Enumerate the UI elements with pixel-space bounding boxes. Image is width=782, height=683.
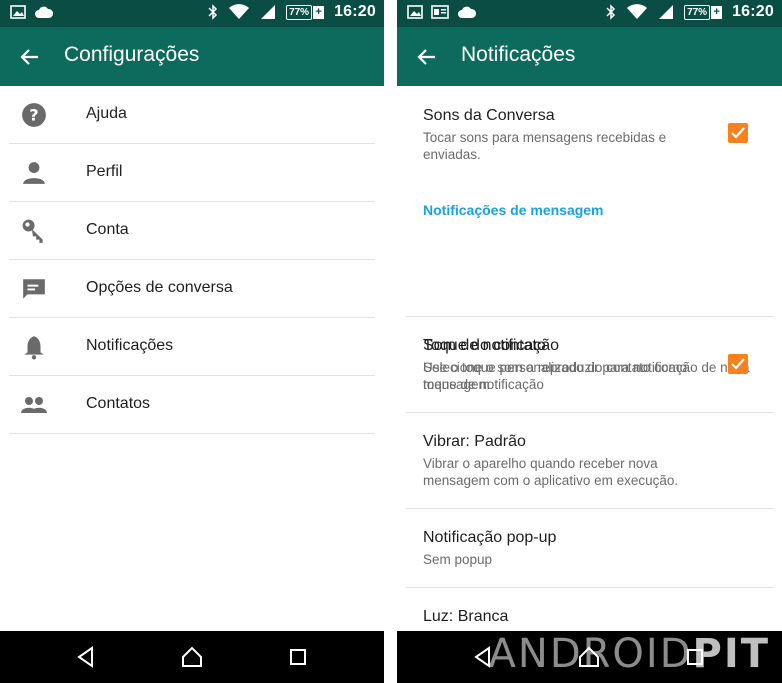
battery-indicator: 77% + [286, 4, 325, 20]
settings-list: ? Ajuda Perfil Conta Opções de conversa … [0, 86, 384, 434]
settings-item-conta[interactable]: Conta [9, 202, 375, 260]
key-icon [22, 219, 43, 243]
nav-bar [0, 631, 384, 683]
settings-item-ajuda[interactable]: ? Ajuda [9, 86, 375, 144]
pref-sons-conversa[interactable]: Sons da Conversa Tocar sons para mensage… [406, 86, 773, 182]
app-bar: Notificações [397, 27, 782, 86]
notifications-screen: 77% + 16:20 Notificações Sons da Convers… [397, 0, 782, 683]
nav-home-icon[interactable] [180, 645, 204, 669]
watermark-text-a: ANDROID [488, 631, 693, 677]
person-icon [23, 162, 45, 184]
cloud-icon [458, 6, 477, 18]
settings-item-label: Opções de conversa [86, 279, 233, 296]
toque-contato-checkbox[interactable] [728, 354, 748, 374]
pref-summary: Vibrar o aparelho quando receber nova me… [423, 456, 679, 488]
pref-toque-contato[interactable]: Toque do contato Use o toque personaliza… [406, 317, 773, 413]
wifi-icon [627, 4, 648, 19]
nav-back-icon[interactable] [74, 645, 98, 669]
charging-icon: + [313, 5, 325, 19]
page-title: Notificações [461, 43, 576, 66]
pref-summary: Sem popup [423, 552, 493, 567]
check-icon [731, 358, 745, 370]
clock: 16:20 [334, 3, 376, 20]
group-icon [21, 397, 47, 413]
preferences-list: Sons da Conversa Tocar sons para mensage… [397, 86, 782, 648]
settings-item-label: Contatos [86, 395, 151, 412]
settings-item-contatos[interactable]: Contatos [9, 376, 375, 434]
pref-summary: Tocar sons para mensagens recebidas e en… [423, 130, 667, 162]
pref-title: Notificação pop-up [423, 529, 557, 546]
screen-gap [384, 0, 397, 683]
nav-bar: ANDROIDPIT [397, 631, 782, 683]
charging-icon: + [711, 5, 723, 19]
settings-screen: 77% + 16:20 Configurações ? Ajuda Perfil… [0, 0, 384, 683]
status-bar: 77% + 16:20 [0, 0, 384, 27]
news-icon [431, 5, 449, 19]
settings-item-notificacoes[interactable]: Notificações [9, 318, 375, 376]
cloud-icon [35, 6, 54, 18]
battery-level: 77% [684, 4, 711, 20]
androidpit-watermark: ANDROIDPIT [489, 631, 770, 677]
pref-title: Vibrar: Padrão [423, 433, 526, 450]
back-arrow-icon[interactable] [18, 45, 42, 69]
signal-icon [659, 5, 674, 19]
bluetooth-icon [208, 4, 218, 20]
status-bar: 77% + 16:20 [397, 0, 782, 27]
help-circle-icon: ? [22, 103, 46, 127]
pref-som-notificacao[interactable]: Som de notificação Selecione o som a rep… [406, 182, 773, 392]
pref-title: Sons da Conversa [423, 107, 555, 124]
settings-item-label: Ajuda [86, 105, 127, 122]
wifi-icon [229, 4, 250, 19]
watermark-text-b: PIT [692, 631, 770, 677]
pref-summary: Use o toque personalizado do contato com… [423, 360, 688, 392]
pref-vibrar[interactable]: Vibrar: Padrão Vibrar o aparelho quando … [406, 413, 773, 509]
nav-recents-icon[interactable] [286, 645, 310, 669]
battery-indicator: 77% + [684, 4, 723, 20]
settings-item-opcoes-conversa[interactable]: Opções de conversa [9, 260, 375, 318]
battery-level: 77% [286, 4, 313, 20]
image-icon [10, 5, 26, 19]
settings-item-label: Notificações [86, 337, 174, 354]
settings-item-label: Conta [86, 221, 129, 238]
pref-title: Toque do contato [423, 337, 546, 354]
bell-icon [24, 336, 44, 360]
sons-conversa-checkbox[interactable] [728, 123, 748, 143]
clock: 16:20 [732, 3, 774, 20]
signal-icon [261, 5, 276, 19]
svg-text:?: ? [29, 105, 38, 124]
pref-title: Luz: Branca [423, 608, 509, 625]
page-title: Configurações [64, 43, 200, 66]
pref-notificacao-popup[interactable]: Notificação pop-up Sem popup [406, 509, 773, 588]
app-bar: Configurações [0, 27, 384, 86]
check-icon [731, 127, 745, 139]
back-arrow-icon[interactable] [415, 45, 439, 69]
image-icon [407, 5, 423, 19]
bluetooth-icon [606, 4, 616, 20]
chat-icon [23, 279, 45, 299]
settings-item-label: Perfil [86, 163, 123, 180]
settings-item-perfil[interactable]: Perfil [9, 144, 375, 202]
